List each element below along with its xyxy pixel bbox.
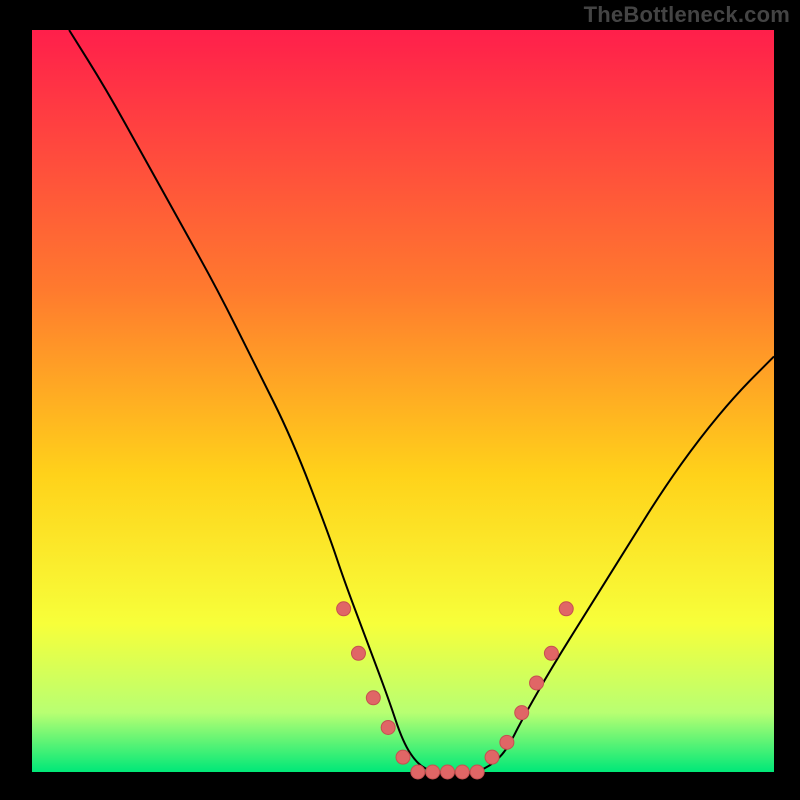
curve-marker <box>500 735 514 749</box>
plot-background <box>32 30 774 772</box>
curve-marker <box>381 720 395 734</box>
curve-marker <box>470 765 484 779</box>
curve-marker <box>441 765 455 779</box>
curve-marker <box>485 750 499 764</box>
curve-marker <box>455 765 469 779</box>
curve-marker <box>337 602 351 616</box>
curve-marker <box>515 706 529 720</box>
curve-marker <box>411 765 425 779</box>
chart-frame: TheBottleneck.com <box>0 0 800 800</box>
curve-marker <box>426 765 440 779</box>
curve-marker <box>351 646 365 660</box>
bottleneck-chart <box>0 0 800 800</box>
curve-marker <box>366 691 380 705</box>
curve-marker <box>544 646 558 660</box>
curve-marker <box>530 676 544 690</box>
curve-marker <box>559 602 573 616</box>
curve-marker <box>396 750 410 764</box>
